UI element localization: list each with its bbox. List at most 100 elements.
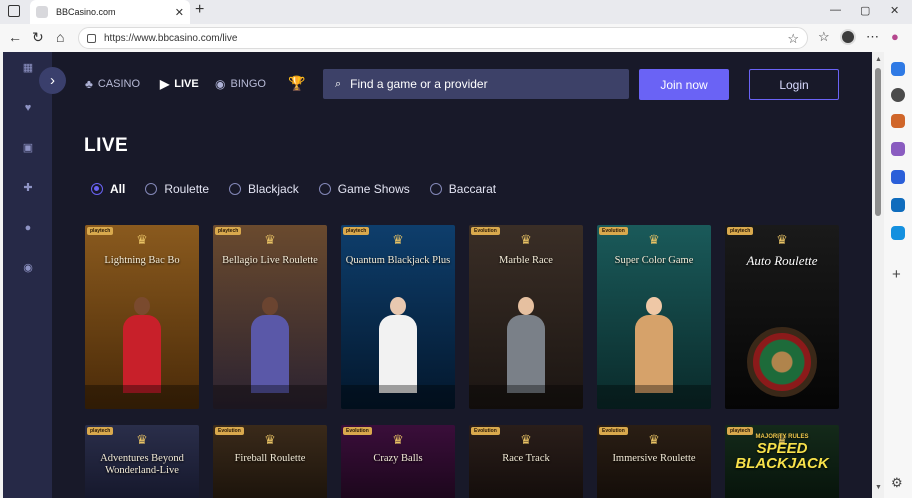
dealer-body — [379, 315, 417, 393]
filter-game-shows[interactable]: Game Shows — [318, 182, 410, 196]
game-card[interactable]: Evolution ♛ Immersive Roulette — [597, 425, 711, 498]
nav-bingo-label: BINGO — [230, 78, 266, 90]
slots-icon[interactable]: ▣ — [22, 142, 34, 154]
address-bar[interactable]: https://www.bbcasino.com/live ☆ — [78, 27, 808, 49]
search-sidebar-icon[interactable] — [891, 88, 905, 102]
game-card[interactable]: playtech ♛ MAJORITY RULES SPEED BLACKJACK — [725, 425, 839, 498]
game-card[interactable]: playtech ♛ Bellagio Live Roulette — [213, 225, 327, 409]
nav-bingo[interactable]: ◉ BINGO — [215, 76, 266, 92]
profile-avatar[interactable] — [840, 29, 856, 45]
game-title: Quantum Blackjack Plus — [345, 255, 451, 266]
home-icon[interactable]: ⌂ — [56, 29, 64, 45]
game-title: Super Color Game — [614, 255, 694, 266]
search-icon: ⌕ — [335, 77, 342, 90]
chat-icon[interactable]: ◉ — [22, 262, 34, 274]
office-icon[interactable] — [891, 170, 905, 184]
dealer-body — [635, 315, 673, 393]
scroll-thumb[interactable] — [875, 68, 881, 216]
settings-gear-icon[interactable]: ⚙ — [891, 475, 903, 491]
copilot-icon[interactable]: ● — [891, 30, 899, 44]
filter-baccarat[interactable]: Baccarat — [429, 182, 496, 196]
page-scrollbar[interactable]: ▲ ▼ — [872, 52, 884, 498]
scroll-up-icon[interactable]: ▲ — [875, 56, 882, 63]
favorites-heart-icon[interactable]: ♥ — [22, 102, 34, 114]
search-input[interactable]: ⌕ Find a game or a provider — [323, 69, 629, 99]
bingo-icon: ◉ — [215, 77, 226, 91]
radio-icon — [91, 183, 103, 195]
radio-icon — [429, 183, 442, 195]
new-tab-button[interactable]: + — [195, 1, 204, 19]
game-title: Race Track — [502, 453, 550, 464]
category-filters: All Roulette Blackjack Game Shows Baccar… — [91, 181, 516, 197]
game-title: Marble Race — [499, 255, 553, 266]
roulette-wheel — [747, 327, 817, 397]
filter-blackjack[interactable]: Blackjack — [229, 182, 299, 196]
favicon-icon — [36, 6, 48, 18]
radio-icon — [318, 183, 331, 195]
site-info-icon[interactable] — [87, 33, 96, 43]
dealer-figure — [635, 297, 673, 393]
game-card[interactable]: Evolution ♛ Fireball Roulette — [213, 425, 327, 498]
game-card[interactable]: Evolution ♛ Crazy Balls — [341, 425, 455, 498]
maximize-button[interactable]: ▢ — [860, 4, 870, 17]
filter-roulette[interactable]: Roulette — [145, 182, 209, 196]
crown-ornament-icon: ♛ — [392, 232, 404, 247]
games-icon[interactable] — [891, 142, 905, 156]
grid-icon[interactable]: ▦ — [22, 62, 34, 74]
tab-title: BBCasino.com — [56, 7, 116, 17]
radio-icon — [229, 183, 242, 195]
more-menu-icon[interactable]: ⋯ — [866, 30, 879, 44]
game-card[interactable]: playtech ♛ Quantum Blackjack Plus — [341, 225, 455, 409]
crown-ornament-icon: ♛ — [136, 232, 148, 247]
nav-live-label: LIVE — [174, 78, 199, 90]
game-title: Fireball Roulette — [234, 453, 306, 464]
refresh-icon[interactable]: ↻ — [32, 29, 44, 45]
favorites-icon[interactable]: ☆ — [818, 30, 830, 44]
tab-actions-icon[interactable] — [8, 5, 20, 17]
browser-tab[interactable]: BBCasino.com ✕ — [30, 0, 190, 24]
game-card[interactable]: Evolution ♛ Marble Race — [469, 225, 583, 409]
game-card[interactable]: Evolution ♛ Super Color Game — [597, 225, 711, 409]
outlook-icon[interactable] — [891, 198, 905, 212]
add-sidebar-app-icon[interactable]: + — [892, 266, 901, 283]
game-card[interactable]: playtech ♛ Adventures Beyond Wonderland-Li… — [85, 425, 199, 498]
favorite-star-icon[interactable]: ☆ — [787, 31, 799, 47]
crown-ornament-icon: ♛ — [776, 232, 788, 247]
scroll-down-icon[interactable]: ▼ — [875, 484, 882, 491]
crown-ornament-icon: ♛ — [648, 432, 660, 447]
game-card[interactable]: playtech ♛ Auto Roulette — [725, 225, 839, 409]
edge-sidebar: + ⚙ — [884, 52, 912, 498]
crown-ornament-icon: ♛ — [520, 432, 532, 447]
search-placeholder: Find a game or a provider — [350, 77, 488, 91]
trophy-icon[interactable]: 🏆 — [288, 75, 305, 92]
back-icon[interactable]: ← — [8, 29, 22, 45]
gift-icon[interactable]: ✚ — [22, 182, 34, 194]
expand-sidebar-button[interactable]: › — [39, 67, 66, 94]
browser-tabbar: BBCasino.com ✕ + — ▢ ✕ — [0, 0, 912, 24]
game-table — [469, 385, 583, 409]
minimize-button[interactable]: — — [830, 4, 841, 16]
game-title: Immersive Roulette — [612, 453, 696, 464]
nav-live[interactable]: ▶ LIVE — [160, 76, 199, 92]
dealer-head — [518, 297, 534, 315]
filter-label: Blackjack — [248, 182, 299, 196]
send-icon[interactable] — [891, 226, 905, 240]
page-title: LIVE — [84, 135, 129, 156]
game-card[interactable]: Evolution ♛ Race Track — [469, 425, 583, 498]
tools-icon[interactable] — [891, 114, 905, 128]
game-card[interactable]: playtech ♛ Lightning Bac Bo — [85, 225, 199, 409]
help-icon[interactable]: ● — [22, 222, 34, 234]
dealer-figure — [507, 297, 545, 393]
nav-casino-label: CASINO — [97, 78, 141, 90]
nav-casino[interactable]: ♣ CASINO — [85, 76, 140, 92]
filter-label: Roulette — [164, 182, 210, 196]
shopping-tag-icon[interactable] — [891, 62, 905, 76]
crown-ornament-icon: ♛ — [520, 232, 532, 247]
login-button[interactable]: Login — [749, 69, 839, 100]
dealer-body — [507, 315, 545, 393]
join-now-button[interactable]: Join now — [639, 69, 729, 100]
close-window-button[interactable]: ✕ — [890, 4, 899, 17]
game-title: Crazy Balls — [373, 453, 423, 464]
filter-all[interactable]: All — [91, 182, 125, 196]
tab-close-icon[interactable]: ✕ — [175, 6, 184, 19]
